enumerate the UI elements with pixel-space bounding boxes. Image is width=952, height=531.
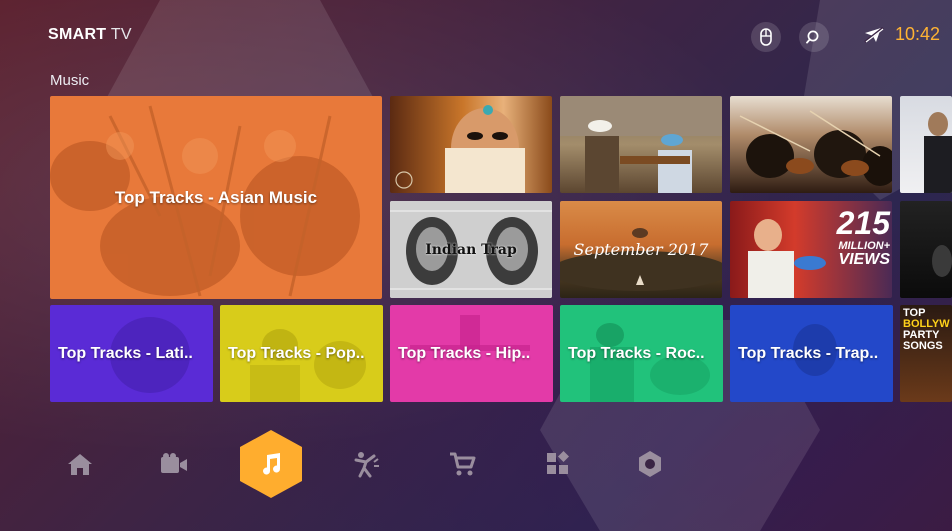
tile-trap[interactable]: Top Tracks - Trap.. xyxy=(730,305,893,402)
status-area: 10:42 xyxy=(863,24,940,45)
performer-art xyxy=(924,112,952,193)
views-label: VIEWS xyxy=(838,251,890,268)
views-number: 215 xyxy=(836,205,890,241)
indian-trap-caption: Indian Trap xyxy=(390,201,552,298)
tile-rock-label: Top Tracks - Roc.. xyxy=(568,344,705,362)
thumb-performer-partial[interactable] xyxy=(900,96,952,193)
september-text: September 2017 xyxy=(573,240,709,259)
search-button[interactable] xyxy=(799,22,829,52)
brand-light: TV xyxy=(106,26,132,43)
clock: 10:42 xyxy=(894,24,940,44)
music-icon xyxy=(263,453,281,475)
september-caption: September 2017 xyxy=(560,201,722,298)
tile-rock[interactable]: Top Tracks - Roc.. xyxy=(560,305,723,402)
nav-home[interactable] xyxy=(50,434,110,494)
thumb-dark-partial[interactable] xyxy=(900,201,952,298)
nav-video[interactable] xyxy=(144,434,204,494)
violin-section-art xyxy=(739,110,892,186)
indian-trap-text: Indian Trap xyxy=(425,241,517,258)
views-badge: 215 MILLION+ VIEWS xyxy=(822,207,890,268)
thumb-215-million-views[interactable]: 215 MILLION+ VIEWS xyxy=(730,201,892,298)
section-title: Music xyxy=(50,72,90,89)
thumb-violin-section[interactable] xyxy=(730,96,892,193)
thumb-bollywood-partial[interactable]: TOP BOLLYW PARTY SONGS xyxy=(900,305,952,402)
featured-tile[interactable]: Top Tracks - Asian Music xyxy=(50,96,382,299)
nav-music[interactable] xyxy=(241,434,301,494)
nav-settings[interactable] xyxy=(620,434,680,494)
thumb-indian-trap[interactable]: Indian Trap xyxy=(390,201,552,298)
tile-pop-label: Top Tracks - Pop.. xyxy=(228,344,365,362)
nav-apps[interactable] xyxy=(528,434,588,494)
video-icon xyxy=(161,453,187,473)
bottom-nav xyxy=(0,420,952,510)
thumb-september-2017[interactable]: September 2017 xyxy=(560,201,722,298)
top-bar: SMART TV 10:42 xyxy=(0,0,952,72)
thumb-street-musicians[interactable] xyxy=(560,96,722,193)
wifi-off-icon xyxy=(864,26,884,43)
tile-latin-label: Top Tracks - Lati.. xyxy=(58,344,193,362)
dance-icon xyxy=(354,452,379,478)
street-musicians-art xyxy=(560,96,722,193)
tile-latin[interactable]: Top Tracks - Lati.. xyxy=(50,305,213,402)
settings-icon xyxy=(639,451,661,477)
veiled-woman-art xyxy=(395,105,525,193)
bolly-line-4: SONGS xyxy=(903,340,943,352)
featured-tile-label: Top Tracks - Asian Music xyxy=(114,187,318,207)
nav-dance[interactable] xyxy=(336,434,396,494)
home-icon xyxy=(68,454,92,475)
bollywood-text: TOP BOLLYW PARTY SONGS xyxy=(903,308,950,352)
tile-hiphop-label: Top Tracks - Hip.. xyxy=(398,344,531,362)
cart-icon xyxy=(450,452,476,476)
tile-pop[interactable]: Top Tracks - Pop.. xyxy=(220,305,383,402)
mouse-icon xyxy=(760,28,772,46)
dark-thumb-art xyxy=(932,245,952,277)
brand-logo: SMART TV xyxy=(48,26,132,44)
tile-trap-label: Top Tracks - Trap.. xyxy=(738,344,879,362)
brand-bold: SMART xyxy=(48,26,107,43)
tile-hiphop[interactable]: Top Tracks - Hip.. xyxy=(390,305,553,402)
mouse-button[interactable] xyxy=(751,22,781,52)
thumb-veiled-woman[interactable] xyxy=(390,96,552,193)
nav-shop[interactable] xyxy=(432,434,492,494)
search-icon xyxy=(806,30,819,44)
apps-icon xyxy=(547,451,569,474)
